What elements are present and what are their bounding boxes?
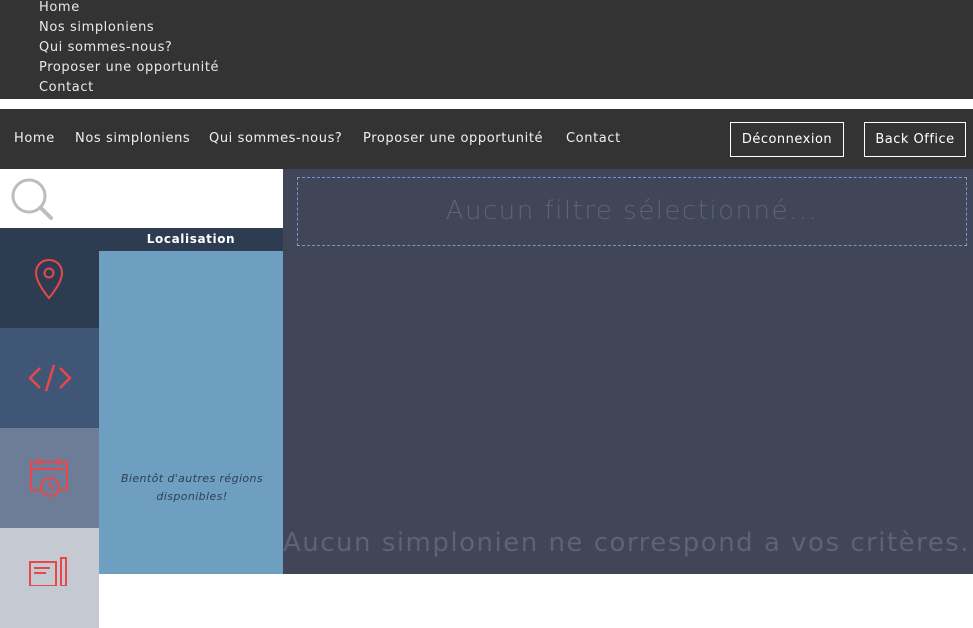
- empty-results-message: Aucun simplonien ne correspond a vos cri…: [283, 528, 973, 558]
- search-box[interactable]: [0, 169, 283, 228]
- logout-button[interactable]: Déconnexion: [730, 122, 844, 157]
- code-icon: [28, 364, 72, 392]
- filter-panel: Localisation Bientôt d'autres régions di…: [99, 228, 283, 574]
- top-menu-item-opportunity[interactable]: Proposer une opportunité: [39, 60, 219, 76]
- top-menu-item-contact[interactable]: Contact: [39, 80, 94, 96]
- navbar: Home Nos simploniens Qui sommes-nous? Pr…: [0, 109, 973, 169]
- nav-item-simploniens[interactable]: Nos simploniens: [75, 130, 190, 148]
- filter-tab-availability[interactable]: [0, 428, 99, 528]
- filter-tab-location[interactable]: [0, 228, 99, 328]
- document-icon: [29, 557, 67, 586]
- filter-tabs: [0, 228, 99, 628]
- nav-item-about[interactable]: Qui sommes-nous?: [209, 130, 342, 148]
- panel-note: Bientôt d'autres régions disponibles!: [120, 472, 264, 503]
- nav-item-contact[interactable]: Contact: [566, 130, 621, 148]
- top-menu-item-simploniens[interactable]: Nos simploniens: [39, 20, 154, 36]
- nav-item-opportunity[interactable]: Proposer une opportunité: [363, 130, 543, 148]
- top-menu-item-home[interactable]: Home: [39, 0, 80, 16]
- results-area: Aucun filtre sélectionné... Aucun simplo…: [283, 169, 973, 574]
- back-office-button[interactable]: Back Office: [864, 122, 966, 157]
- panel-title: Localisation: [99, 228, 283, 251]
- map-pin-icon: [34, 258, 64, 300]
- filter-tab-skills[interactable]: [0, 328, 99, 428]
- top-menu: Home Nos simploniens Qui sommes-nous? Pr…: [0, 0, 973, 99]
- filter-tab-contract[interactable]: [0, 528, 99, 628]
- top-menu-item-about[interactable]: Qui sommes-nous?: [39, 40, 172, 56]
- selected-filters-dropzone[interactable]: Aucun filtre sélectionné...: [297, 177, 967, 246]
- nav-item-home[interactable]: Home: [14, 130, 55, 148]
- calendar-clock-icon: [30, 458, 68, 497]
- search-icon[interactable]: [10, 177, 54, 221]
